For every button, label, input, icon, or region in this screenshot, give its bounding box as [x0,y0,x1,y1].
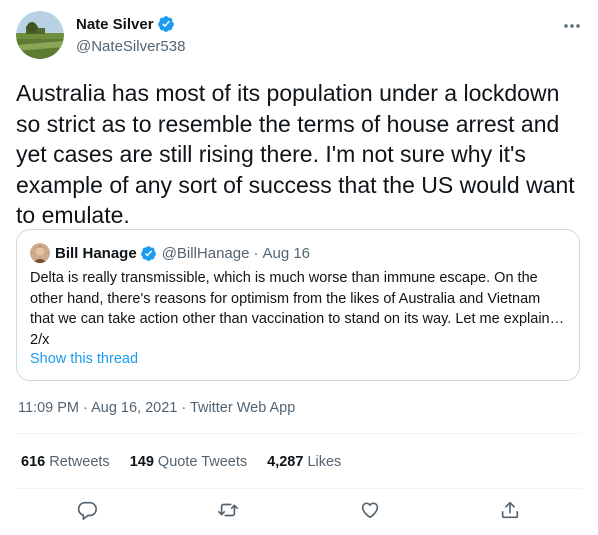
like-icon[interactable] [359,499,383,523]
reply-icon[interactable] [76,499,100,523]
quoted-tweet-text: Delta is really transmissible, which is … [30,270,565,348]
quote-tweets-count: 149 [129,454,154,470]
quoted-tweet[interactable]: Bill Hanage @BillHanage · Aug 16 Delta i… [16,229,580,381]
quoted-author-avatar [30,243,50,263]
tweet-text: Australia has most of its population und… [16,80,575,228]
quote-tweets-stat[interactable]: 149 Quote Tweets [130,454,247,470]
likes-count: 4,287 [267,454,304,470]
verified-badge-icon [157,15,175,33]
separator-dot: · [79,400,92,416]
action-bar [0,496,598,526]
author-avatar[interactable] [16,11,64,59]
likes-label: Likes [307,454,342,470]
quoted-author-name: Bill Hanage [55,244,137,262]
engagement-stats: 616 Retweets 149 Quote Tweets 4,287 Like… [21,454,361,470]
tweet-meta: 11:09 PM · Aug 16, 2021 · Twitter Web Ap… [18,400,295,416]
tweet-date[interactable]: Aug 16, 2021 [91,400,177,416]
retweets-label: Retweets [49,454,110,470]
quoted-tweet-date: Aug 16 [262,244,311,262]
tweet-source[interactable]: Twitter Web App [190,400,295,416]
tweet: Nate Silver @NateSilver538 Australia has… [0,0,598,535]
retweets-count: 616 [21,454,46,470]
author-name[interactable]: Nate Silver [76,16,154,33]
tweet-time[interactable]: 11:09 PM [18,400,79,416]
quoted-author-handle: @BillHanage [161,244,250,262]
more-horizontal-icon[interactable] [560,14,584,38]
retweets-stat[interactable]: 616 Retweets [21,454,110,470]
author-handle[interactable]: @NateSilver538 [76,38,185,55]
share-icon[interactable] [499,499,523,523]
separator-dot: · [177,400,190,416]
show-thread-link[interactable]: Show this thread [30,351,138,367]
divider [16,433,582,434]
separator-dot: · [253,244,259,262]
retweet-icon[interactable] [217,499,241,523]
author-block: Nate Silver @NateSilver538 [76,14,185,56]
divider [16,488,582,489]
verified-badge-icon [140,245,157,262]
likes-stat[interactable]: 4,287 Likes [267,454,341,470]
quote-tweets-label: Quote Tweets [157,454,248,470]
